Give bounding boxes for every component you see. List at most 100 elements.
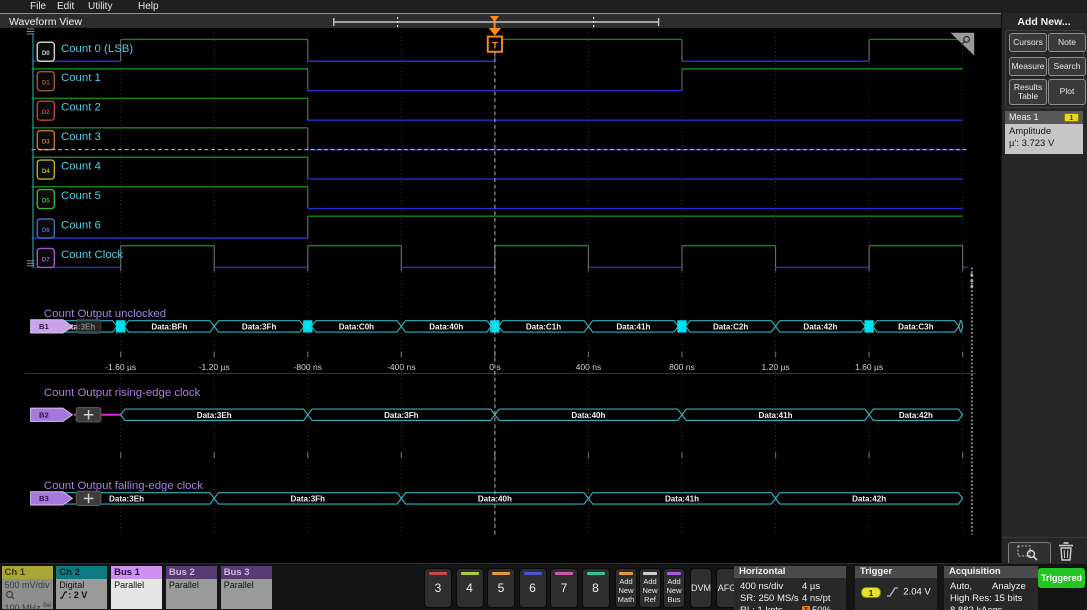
bus-badge-B1[interactable]: B1: [31, 320, 73, 333]
badge-bus-3[interactable]: Bus 3Parallel: [221, 566, 272, 609]
menu-item-help[interactable]: Help: [138, 0, 159, 13]
digital-channel-label-D4[interactable]: Count 4: [61, 161, 101, 173]
add-new-bus-button[interactable]: AddNewBus: [663, 568, 685, 608]
digital-channel-label-D7[interactable]: Count Clock: [61, 249, 123, 261]
bus-segment-label: Data:3Fh: [242, 322, 277, 331]
tab-waveform-view[interactable]: Waveform View: [9, 15, 82, 29]
digital-channel-label-D0[interactable]: Count 0 (LSB): [61, 43, 133, 55]
bus-badge-B3[interactable]: B3: [31, 492, 73, 505]
meas-1-panel[interactable]: Meas 1 1 Amplitude µ': 3.723 V: [1005, 111, 1083, 154]
horizontal-title: Horizontal: [734, 566, 846, 578]
dvm-button[interactable]: DVM: [690, 568, 712, 608]
horizontal-panel[interactable]: Horizontal 400 ns/div 4 µs SR: 250 MS/s …: [734, 566, 846, 610]
threshold-icon: : 2 V: [59, 590, 107, 600]
channel-button-4[interactable]: 4: [456, 568, 484, 608]
digital-channel-badge-D3[interactable]: D3: [37, 131, 54, 150]
badge-body: Digital: 2 V: [56, 579, 107, 609]
channel-color-stripe: [587, 572, 605, 575]
probe-icon: [5, 590, 53, 601]
badge-body: Parallel: [221, 579, 272, 609]
add-new-plot[interactable]: Plot: [1048, 79, 1086, 105]
digital-channel-badge-D5[interactable]: D5: [37, 190, 54, 209]
menu-item-utility[interactable]: Utility: [88, 0, 112, 13]
bus-add-label-button[interactable]: [76, 491, 101, 505]
stripe: [643, 572, 657, 575]
sidebar-divider: [1002, 537, 1086, 538]
trigger-source-badge: 1: [861, 587, 881, 598]
add-new-math-button[interactable]: AddNewMath: [615, 568, 637, 608]
badge-line1: Parallel: [114, 580, 162, 590]
bus-row-B1: Count Output unclockedData:3EhData:BFhDa…: [31, 308, 963, 334]
bus-segment-label: Data:40h: [429, 322, 463, 331]
splitter-dots[interactable]: [970, 285, 973, 288]
add-new-measure[interactable]: Measure: [1009, 57, 1047, 76]
add-new-ref-button[interactable]: AddNewRef: [639, 568, 661, 608]
menu-item-file[interactable]: File: [30, 0, 46, 13]
add-new-search[interactable]: Search: [1048, 57, 1086, 76]
menu-item-edit[interactable]: Edit: [57, 0, 74, 13]
time-axis-label: -400 ns: [387, 362, 416, 372]
badge-ch-1[interactable]: Ch 1500 mV/div100 MHz Bw: [2, 566, 53, 609]
pan-zoom-ruler[interactable]: [333, 14, 667, 29]
digital-channel-badge-D4[interactable]: D4: [37, 160, 54, 179]
channel-button-3[interactable]: 3: [424, 568, 452, 608]
triggered-status-badge: Triggered: [1038, 568, 1085, 588]
channel-button-6[interactable]: 6: [519, 568, 547, 608]
bus-segment-label: Data:BFh: [151, 322, 187, 331]
digital-channel-badge-D7[interactable]: D7: [37, 248, 54, 267]
time-axis-label: 800 ns: [669, 362, 695, 372]
badge-header: Ch 2: [56, 566, 107, 579]
channel-button-8[interactable]: 8: [582, 568, 610, 608]
bus-segment-label: Data:C1h: [526, 322, 561, 331]
bus-add-label-button[interactable]: [76, 408, 101, 422]
horizontal-window: 4 µs: [802, 581, 820, 592]
time-axis-label: 1.20 µs: [761, 362, 789, 372]
bus-row-B3: Count Output falling-edge clockData:3EhD…: [31, 480, 963, 506]
splitter-dots[interactable]: [970, 274, 973, 277]
digital-channel-label-D5[interactable]: Count 5: [61, 190, 101, 202]
zoom-tool-button[interactable]: [1008, 542, 1051, 565]
trigger-panel[interactable]: Trigger 1 2.04 V: [855, 566, 937, 610]
digital-channel-badge-D2[interactable]: D2: [37, 101, 54, 120]
bus-add-label-button[interactable]: [76, 319, 101, 333]
badge-header: Bus 3: [221, 566, 272, 579]
time-axis-label: 400 ns: [576, 362, 602, 372]
digital-channel-badge-D6[interactable]: D6: [37, 219, 54, 238]
time-axis-label: 1.60 µs: [855, 362, 883, 372]
trigger-flag[interactable]: T: [488, 28, 502, 52]
svg-text:B1: B1: [39, 322, 49, 331]
add-new-results-table[interactable]: Results Table: [1009, 79, 1047, 105]
digital-channel-badge-D0[interactable]: D0: [37, 42, 54, 61]
waveform-canvas[interactable]: D0 Count 0 (LSB) D1 Count 1 D2 Count 2 D3 Count…: [0, 28, 1001, 563]
digital-channel-label-D6[interactable]: Count 6: [61, 220, 101, 232]
rising-edge-icon: [886, 586, 899, 598]
bus-segment-label: Data:40h: [571, 411, 605, 420]
svg-text:D1: D1: [42, 80, 50, 87]
bus-badge-B2[interactable]: B2: [31, 408, 73, 421]
channel-button-7[interactable]: 7: [550, 568, 578, 608]
bus-row-B2: Count Output rising-edge clockData:3EhDa…: [31, 387, 963, 422]
time-axis-label: -1.60 µs: [105, 362, 136, 372]
digital-channel-label-D2[interactable]: Count 2: [61, 102, 101, 114]
add-new-cursors[interactable]: Cursors: [1009, 33, 1047, 52]
digital-channel-label-D3[interactable]: Count 3: [61, 131, 101, 143]
splitter-dots[interactable]: [970, 279, 973, 282]
bus-segment-label: Data:42h: [852, 494, 886, 503]
bus-segment-label: Data:C2h: [713, 322, 748, 331]
channel-button-label: 8: [583, 581, 609, 595]
acq-analyze: Analyze: [992, 581, 1026, 592]
badge-line1: Parallel: [224, 580, 272, 590]
add-new-note[interactable]: Note: [1048, 33, 1086, 52]
label: AddNewBus: [664, 577, 684, 604]
badge-header: Bus 1: [111, 566, 162, 579]
svg-text:B3: B3: [39, 494, 49, 503]
digital-channel-label-D1[interactable]: Count 1: [61, 72, 101, 84]
time-axis-label: -800 ns: [294, 362, 323, 372]
badge-bus-2[interactable]: Bus 2Parallel: [166, 566, 217, 609]
digital-channel-badge-D1[interactable]: D1: [37, 72, 54, 91]
badge-bus-1[interactable]: Bus 1Parallel: [111, 566, 162, 609]
acquisition-panel[interactable]: Acquisition Auto, Analyze High Res: 15 b…: [944, 566, 1038, 610]
badge-ch-2[interactable]: Ch 2Digital: 2 V: [56, 566, 107, 609]
channel-button-5[interactable]: 5: [487, 568, 515, 608]
svg-text:D3: D3: [42, 138, 50, 145]
